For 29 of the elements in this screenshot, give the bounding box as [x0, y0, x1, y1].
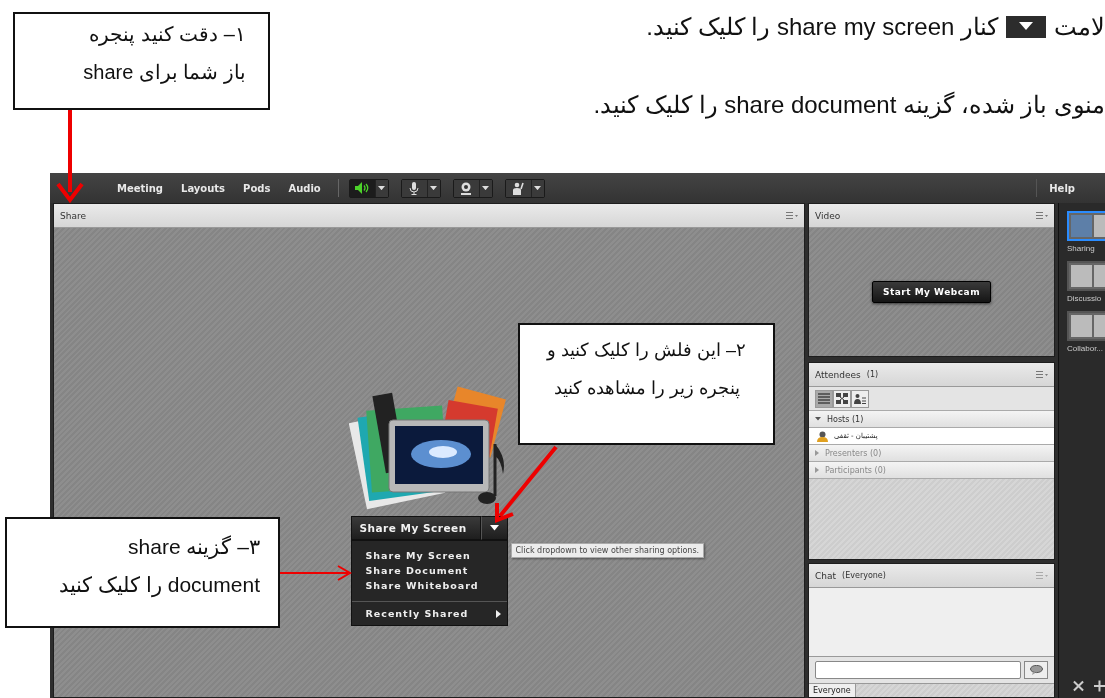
- chat-tab[interactable]: Everyone: [809, 684, 856, 697]
- attendee-count: (1): [866, 370, 879, 379]
- start-webcam-button[interactable]: Start My Webcam: [871, 281, 992, 303]
- pod-title: Video: [815, 210, 841, 221]
- menu-item[interactable]: Audio: [279, 182, 330, 194]
- callout-text: ۱– دقت کنید پنجره: [89, 22, 246, 46]
- instruction-text: لامت: [1054, 13, 1105, 41]
- pod-title: Attendees: [815, 369, 861, 380]
- menu-option[interactable]: Share Document: [351, 563, 507, 578]
- menu-item[interactable]: Pods: [234, 182, 280, 194]
- callout-text: پنجره زیر را مشاهده کنید: [553, 377, 740, 399]
- tooltip: Click dropdown to view other sharing options.: [510, 543, 705, 558]
- chat-scope: (Everyone): [842, 571, 886, 580]
- callout-text: ۳– گزینه share: [128, 535, 260, 559]
- menu-item[interactable]: Layouts: [172, 182, 235, 194]
- help-menu[interactable]: Help: [1036, 179, 1087, 197]
- callout-text: document را کلیک کنید: [59, 573, 260, 597]
- menu-option[interactable]: Share My Screen: [351, 548, 507, 563]
- menu-option[interactable]: Share Whiteboard: [351, 578, 507, 593]
- callout-text: ۲– این فلش را کلیک کنید و: [547, 339, 746, 361]
- pod-title: Share: [60, 210, 86, 221]
- recently-shared-item[interactable]: Recently Shared: [351, 606, 507, 625]
- callout-text: باز شما برای share: [83, 60, 246, 84]
- share-screen-button[interactable]: Share My Screen: [350, 516, 481, 540]
- menu-item[interactable]: Meeting: [108, 182, 172, 194]
- attendee-group[interactable]: Hosts (1): [809, 411, 1054, 428]
- instruction-text: منوی باز شده، گزینه share document را کلیک کنید.: [593, 91, 1105, 119]
- pod-title: Chat: [815, 570, 837, 581]
- instruction-text: کنار share my screen را کلیک کنید.: [646, 13, 998, 41]
